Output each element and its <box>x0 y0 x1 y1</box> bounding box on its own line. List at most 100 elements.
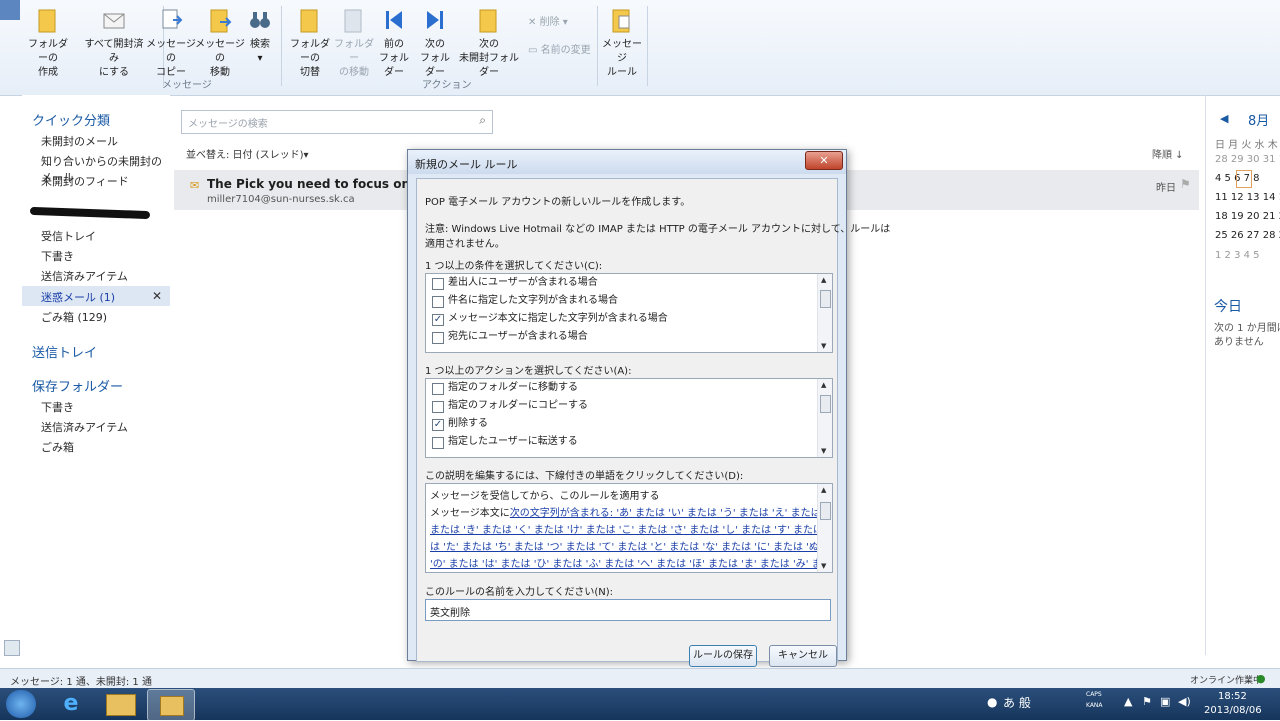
stored-sent[interactable]: 送信済みアイテム <box>41 419 128 435</box>
action-item[interactable]: 指定のフォルダーに移動する <box>426 379 832 397</box>
dialog-note: 注意: Windows Live Hotmail などの IMAP または HT… <box>425 224 891 235</box>
folder-sent[interactable]: 送信済みアイテム <box>41 268 128 284</box>
folder-unread-mail[interactable]: 未開封のメール <box>41 133 118 149</box>
action-checkbox[interactable]: ✓ <box>432 419 444 431</box>
status-online: オンライン作業中 <box>1190 676 1263 686</box>
calendar-week[interactable]: 1 2 3 4 5 <box>1215 250 1260 261</box>
previous-month-icon[interactable]: ◀ <box>1220 112 1228 125</box>
stored-trash[interactable]: ごみ箱 <box>41 439 74 455</box>
calendar-weekdays: 日 月 火 水 木 金 <box>1215 140 1280 151</box>
copy-message-button[interactable]: メッセージの コピー <box>146 6 196 80</box>
new-folder-button[interactable]: フォルダーの 作成 <box>24 6 72 80</box>
switch-folder-button[interactable]: フォルダーの 切替 <box>286 6 334 80</box>
close-icon[interactable]: ✕ <box>805 151 843 170</box>
next-folder-button[interactable]: 次の フォルダー <box>416 6 454 80</box>
action-checkbox[interactable] <box>432 383 444 395</box>
volume-icon[interactable]: ◀) <box>1178 695 1191 708</box>
search-input[interactable]: メッセージの検索 ⌕ <box>181 110 493 134</box>
dialog-title: 新規のメール ルール <box>415 158 518 171</box>
scroll-down-icon[interactable]: ▼ <box>821 562 826 570</box>
scroll-thumb[interactable] <box>820 290 831 308</box>
scroll-thumb[interactable] <box>820 395 831 413</box>
condition-item[interactable]: 宛先にユーザーが含まれる場合 <box>426 328 832 346</box>
scroll-up-icon[interactable]: ▲ <box>821 486 826 494</box>
mark-all-read-button[interactable]: すべて開封済み にする <box>82 6 146 80</box>
action-checkbox[interactable] <box>432 437 444 449</box>
calendar-week[interactable]: 18 19 20 21 22 <box>1215 211 1280 222</box>
action-item[interactable]: ✓ 削除する <box>426 415 832 433</box>
action-checkbox[interactable] <box>432 401 444 413</box>
message-rules-button[interactable]: メッセージ ルール <box>600 6 644 80</box>
conditions-list: 差出人にユーザーが含まれる場合 件名に指定した文字列が含まれる場合 ✓ メッセージ… <box>425 273 833 353</box>
condition-checkbox[interactable]: ✓ <box>432 314 444 326</box>
rule-name-input[interactable]: 英文削除 <box>425 599 831 621</box>
taskbar-mail-app[interactable] <box>147 689 195 721</box>
stored-folders-title[interactable]: 保存フォルダー <box>32 376 123 395</box>
ime-mode[interactable]: あ 般 <box>1003 694 1031 711</box>
action-item[interactable]: 指定のフォルダーにコピーする <box>426 397 832 415</box>
folder-outbox[interactable]: 送信トレイ <box>32 342 97 361</box>
save-rule-button[interactable]: ルールの保存 <box>689 645 757 667</box>
cancel-button[interactable]: キャンセル <box>769 645 837 667</box>
find-button[interactable]: 検索 ▾ <box>244 6 276 66</box>
folder-icon <box>479 9 497 33</box>
scroll-up-icon[interactable]: ▲ <box>821 381 826 389</box>
close-icon: ✕ <box>528 17 537 28</box>
chevron-up-icon[interactable]: ▲ <box>1124 695 1132 708</box>
start-button[interactable] <box>6 690 36 718</box>
conditions-scrollbar[interactable]: ▲ ▼ <box>817 274 832 352</box>
sort-dropdown[interactable]: 並べ替え: 日付 (スレッド)▾ <box>186 146 309 161</box>
folder-drafts[interactable]: 下書き <box>41 248 74 264</box>
mail-app-icon <box>160 696 184 716</box>
dialog-titlebar[interactable]: 新規のメール ルール ✕ <box>408 150 846 174</box>
folder-trash[interactable]: ごみ箱 (129) <box>41 309 107 325</box>
calendar-week[interactable]: 11 12 13 14 15 <box>1215 192 1280 203</box>
move-folder-button[interactable]: フォルダー の移動 <box>334 6 374 80</box>
clock-date[interactable]: 2013/08/06 <box>1204 705 1262 716</box>
move-message-button[interactable]: メッセージの 移動 <box>195 6 245 80</box>
scroll-thumb[interactable] <box>820 502 831 520</box>
contains-words-link[interactable]: 次の文字列が含まれる: 'あ' または 'い' または 'う' または 'え' … <box>510 508 832 519</box>
rename-button[interactable]: ▭ 名前の変更 <box>528 44 591 58</box>
condition-checkbox[interactable] <box>432 278 444 290</box>
close-icon[interactable]: ✕ <box>152 289 162 303</box>
condition-checkbox[interactable] <box>432 332 444 344</box>
contains-words-link[interactable]: または 'き' または 'く' または 'け' または 'こ' または 'さ' … <box>430 522 832 539</box>
next-unread-folder-button[interactable]: 次の 未開封フォルダー <box>456 6 522 80</box>
calendar-week[interactable]: 25 26 27 28 29 <box>1215 230 1280 241</box>
description-scrollbar[interactable]: ▲ ▼ <box>817 484 832 572</box>
flag-icon[interactable]: ⚑ <box>1180 177 1191 191</box>
rename-icon: ▭ <box>528 45 538 56</box>
previous-folder-button[interactable]: 前の フォルダー <box>376 6 412 80</box>
folder-unread-feeds[interactable]: 未開封のフィード <box>41 173 129 189</box>
contains-words-link[interactable]: は 'た' または 'ち' または 'つ' または 'て' または 'と' また… <box>430 539 832 556</box>
condition-checkbox[interactable] <box>432 296 444 308</box>
quick-views-title[interactable]: クイック分類 <box>32 110 110 129</box>
condition-item[interactable]: 件名に指定した文字列が含まれる場合 <box>426 292 832 310</box>
clock-time[interactable]: 18:52 <box>1218 691 1247 702</box>
scroll-down-icon[interactable]: ▼ <box>821 447 826 455</box>
ribbon: フォルダーの 作成 すべて開封済み にする メッセージの コピー メッセージの … <box>0 0 1280 96</box>
network-icon[interactable]: ▣ <box>1160 695 1170 708</box>
condition-item[interactable]: 差出人にユーザーが含まれる場合 <box>426 274 832 292</box>
flag-icon[interactable]: ⚑ <box>1142 695 1152 708</box>
contains-words-link[interactable]: 'の' または 'は' または 'ひ' または 'ふ' または 'へ' または … <box>430 556 832 572</box>
scroll-up-icon[interactable]: ▲ <box>821 276 826 284</box>
condition-item[interactable]: ✓ メッセージ本文に指定した文字列が含まれる場合 <box>426 310 832 328</box>
ie-icon[interactable]: e <box>54 691 88 717</box>
scroll-down-icon[interactable]: ▼ <box>821 342 826 350</box>
folder-junk[interactable]: 迷惑メール (1) <box>41 289 115 305</box>
explorer-icon[interactable] <box>106 694 136 716</box>
calendar-week[interactable]: 28 29 30 31 1 <box>1215 154 1280 165</box>
rule-description: メッセージを受信してから、このルールを適用する メッセージ本文に次の文字列が含ま… <box>425 483 833 573</box>
actions-scrollbar[interactable]: ▲ ▼ <box>817 379 832 457</box>
ime-icon[interactable]: ● <box>987 695 997 709</box>
stored-drafts[interactable]: 下書き <box>41 399 74 415</box>
sort-order-toggle[interactable]: 降順 ↓ <box>1152 146 1184 161</box>
message-sender: miller7104@sun-nurses.sk.ca <box>207 194 355 205</box>
delete-folder-button[interactable]: ✕ 削除 ▾ <box>528 16 568 30</box>
search-icon[interactable]: ⌕ <box>479 113 486 128</box>
shortcut-icon[interactable] <box>4 640 20 656</box>
folder-inbox[interactable]: 受信トレイ <box>41 228 96 244</box>
action-item[interactable]: 指定したユーザーに転送する <box>426 433 832 451</box>
